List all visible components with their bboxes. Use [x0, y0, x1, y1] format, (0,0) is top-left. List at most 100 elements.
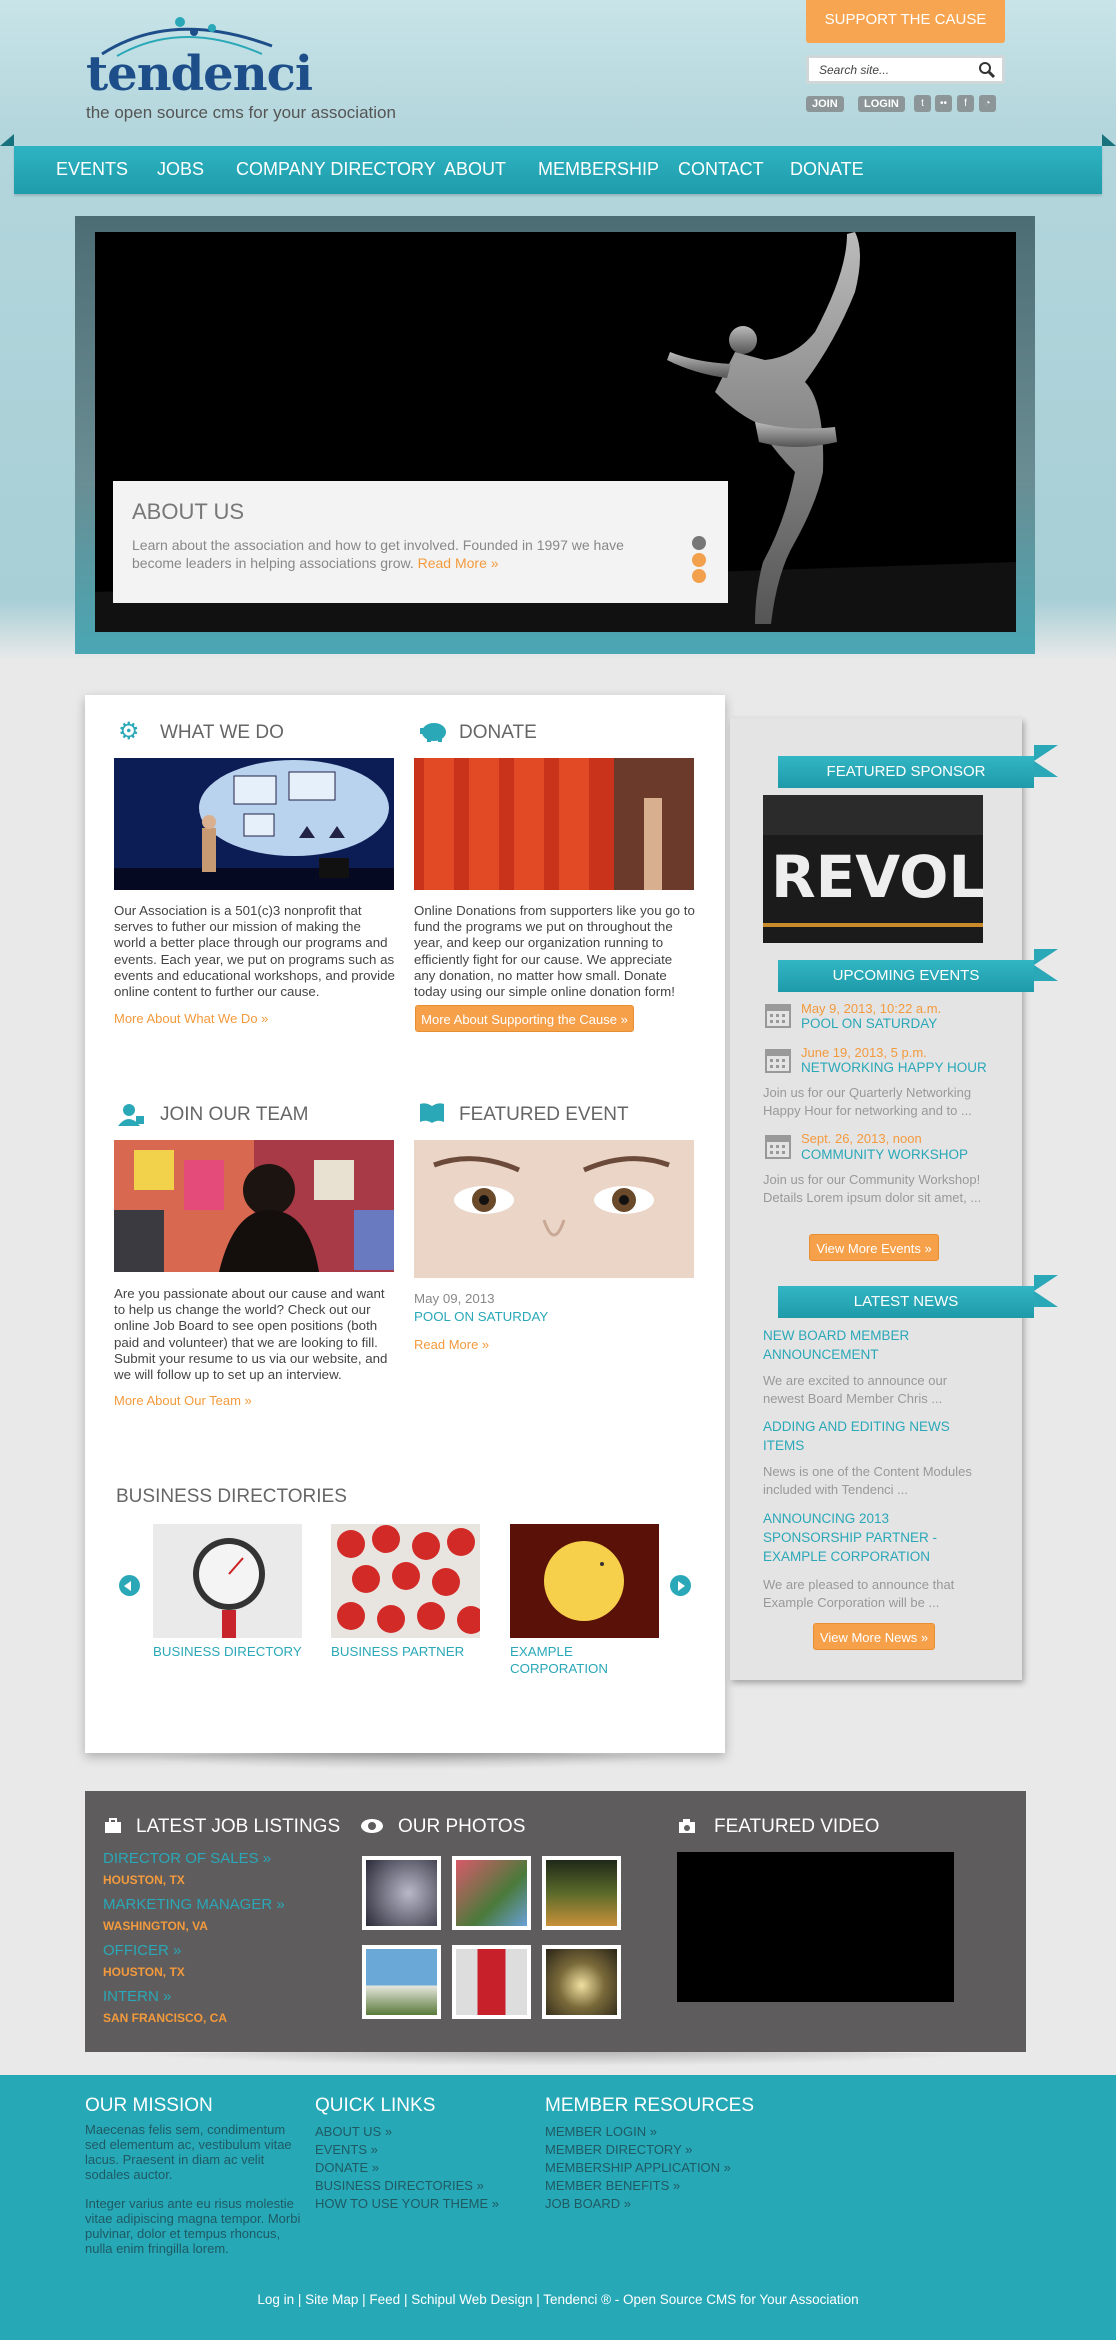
search-icon[interactable] — [978, 61, 996, 84]
business-directory-label[interactable]: BUSINESS DIRECTORY — [153, 1643, 302, 1660]
member-link[interactable]: MEMBER BENEFITS » — [545, 2178, 680, 2193]
business-partner-image[interactable] — [331, 1524, 480, 1638]
featured-event-image — [414, 1140, 694, 1278]
slider-dot-1[interactable] — [692, 536, 706, 550]
member-link[interactable]: MEMBER LOGIN » — [545, 2124, 657, 2139]
join-team-image — [114, 1140, 394, 1272]
slider-dot-3[interactable] — [692, 569, 706, 583]
featured-sponsor-ribbon: FEATURED SPONSOR — [778, 756, 1034, 788]
donate-title: DONATE — [459, 722, 537, 743]
example-corporation-label[interactable]: EXAMPLE CORPORATION — [510, 1643, 620, 1677]
photo-thumbnail[interactable] — [542, 1856, 621, 1930]
upcoming-events-ribbon: UPCOMING EVENTS — [778, 960, 1034, 992]
nav-donate[interactable]: DONATE — [790, 159, 864, 180]
photo-thumbnail[interactable] — [542, 1945, 621, 2019]
search-box[interactable]: Search site... — [806, 55, 1005, 84]
news-title-link[interactable]: ANNOUNCING 2013 SPONSORSHIP PARTNER - EX… — [763, 1509, 991, 1566]
carousel-prev-arrow-icon[interactable] — [119, 1575, 140, 1596]
event-description: Join us for our Quarterly Networking Hap… — [763, 1085, 972, 1118]
nav-jobs[interactable]: JOBS — [157, 159, 204, 180]
nav-fold-right — [1102, 134, 1116, 146]
site-logo[interactable]: tendenci — [82, 14, 313, 100]
nav-company-directory[interactable]: COMPANY DIRECTORY — [236, 159, 436, 180]
footer-bottom-links[interactable]: Log in | Site Map | Feed | Schipul Web D… — [0, 2292, 1116, 2307]
news-title-link[interactable]: ADDING AND EDITING NEWS ITEMS — [763, 1417, 983, 1455]
quick-link[interactable]: EVENTS » — [315, 2142, 378, 2157]
ribbon-tail — [1034, 949, 1058, 981]
tumblr-icon[interactable]: t — [914, 95, 931, 112]
nav-fold-left — [0, 134, 14, 146]
view-more-events-button[interactable]: View More Events » — [809, 1234, 939, 1261]
job-location: WASHINGTON, VA — [103, 1919, 208, 1933]
donate-image — [414, 758, 694, 890]
featured-event-link[interactable]: Read More » — [414, 1337, 489, 1352]
join-team-link[interactable]: More About Our Team » — [114, 1393, 252, 1408]
carousel-next-arrow-icon[interactable] — [670, 1575, 691, 1596]
news-description: News is one of the Content Modules inclu… — [763, 1464, 972, 1497]
slider-caption: ABOUT US Learn about the association and… — [113, 481, 728, 603]
mission-text-1: Maecenas felis sem, condimentum sed elem… — [85, 2122, 292, 2182]
photo-thumbnail[interactable] — [362, 1945, 441, 2019]
business-directories-title: BUSINESS DIRECTORIES — [116, 1486, 347, 1507]
quick-link[interactable]: BUSINESS DIRECTORIES » — [315, 2178, 484, 2193]
quick-link[interactable]: ABOUT US » — [315, 2124, 392, 2139]
nav-events[interactable]: EVENTS — [56, 159, 128, 180]
join-button[interactable]: JOIN — [806, 96, 844, 112]
featured-event-title: FEATURED EVENT — [459, 1104, 629, 1125]
main-nav: EVENTS JOBS COMPANY DIRECTORY ABOUT MEMB… — [14, 146, 1102, 194]
nav-contact[interactable]: CONTACT — [678, 159, 764, 180]
calendar-icon — [765, 1004, 791, 1028]
site-tagline: the open source cms for your association — [86, 103, 396, 122]
photo-thumbnail[interactable] — [362, 1856, 441, 1930]
what-we-do-image — [114, 758, 394, 890]
donate-text: Online Donations from supporters like yo… — [414, 903, 695, 1000]
job-title-link[interactable]: INTERN » — [103, 1988, 171, 2005]
view-more-news-button[interactable]: View More News » — [813, 1623, 935, 1650]
featured-event-name[interactable]: POOL ON SATURDAY — [414, 1309, 548, 1324]
briefcase-icon — [104, 1818, 122, 1839]
event-title-link[interactable]: NETWORKING HAPPY HOUR — [801, 1060, 987, 1075]
latest-news-ribbon: LATEST NEWS — [778, 1286, 1034, 1318]
slider-dot-2[interactable] — [692, 553, 706, 567]
news-description: We are pleased to announce that Example … — [763, 1577, 955, 1610]
eye-icon — [360, 1818, 384, 1839]
job-title-link[interactable]: OFFICER » — [103, 1942, 181, 1959]
sponsor-image-text: REVOLUTION — [771, 843, 983, 911]
business-directory-image[interactable] — [153, 1524, 302, 1638]
event-title-link[interactable]: POOL ON SATURDAY — [801, 1016, 937, 1031]
login-button[interactable]: LOGIN — [858, 96, 905, 112]
news-description: We are excited to announce our newest Bo… — [763, 1373, 948, 1406]
example-corporation-image[interactable] — [510, 1524, 659, 1638]
member-link[interactable]: MEMBER DIRECTORY » — [545, 2142, 692, 2157]
support-cause-link-button[interactable]: More About Supporting the Cause » — [415, 1005, 634, 1032]
piggy-bank-icon — [418, 720, 448, 747]
nav-about[interactable]: ABOUT — [444, 159, 506, 180]
photo-thumbnail[interactable] — [452, 1856, 531, 1930]
nav-membership[interactable]: MEMBERSHIP — [538, 159, 659, 180]
job-title-link[interactable]: MARKETING MANAGER » — [103, 1896, 285, 1913]
support-cause-button[interactable]: SUPPORT THE CAUSE — [806, 0, 1005, 43]
slider-text: Learn about the association and how to g… — [132, 536, 652, 572]
event-date: May 9, 2013, 10:22 a.m. — [801, 1001, 942, 1016]
quick-link[interactable]: DONATE » — [315, 2160, 379, 2175]
join-team-title: JOIN OUR TEAM — [160, 1104, 309, 1125]
job-listings-title: LATEST JOB LISTINGS — [136, 1816, 341, 1837]
flickr-icon[interactable]: •• — [935, 95, 952, 112]
our-photos-title: OUR PHOTOS — [398, 1816, 526, 1837]
business-partner-label[interactable]: BUSINESS PARTNER — [331, 1643, 464, 1660]
news-title-link[interactable]: NEW BOARD MEMBER ANNOUNCEMENT — [763, 1326, 983, 1364]
featured-video-player[interactable] — [677, 1852, 954, 2002]
quick-link[interactable]: HOW TO USE YOUR THEME » — [315, 2196, 499, 2211]
rss-icon[interactable]: ◔ — [979, 95, 996, 112]
facebook-icon[interactable]: f — [957, 95, 974, 112]
event-title-link[interactable]: COMMUNITY WORKSHOP — [801, 1147, 968, 1162]
job-title-link[interactable]: DIRECTOR OF SALES » — [103, 1850, 271, 1867]
search-input[interactable]: Search site... — [819, 63, 889, 77]
calendar-icon — [765, 1135, 791, 1159]
sponsor-image[interactable]: REVOLUTION — [763, 795, 983, 943]
what-we-do-link[interactable]: More About What We Do » — [114, 1011, 268, 1026]
member-link[interactable]: JOB BOARD » — [545, 2196, 631, 2211]
member-link[interactable]: MEMBERSHIP APPLICATION » — [545, 2160, 731, 2175]
photo-thumbnail[interactable] — [452, 1945, 531, 2019]
slider-read-more-link[interactable]: Read More » — [418, 555, 499, 571]
